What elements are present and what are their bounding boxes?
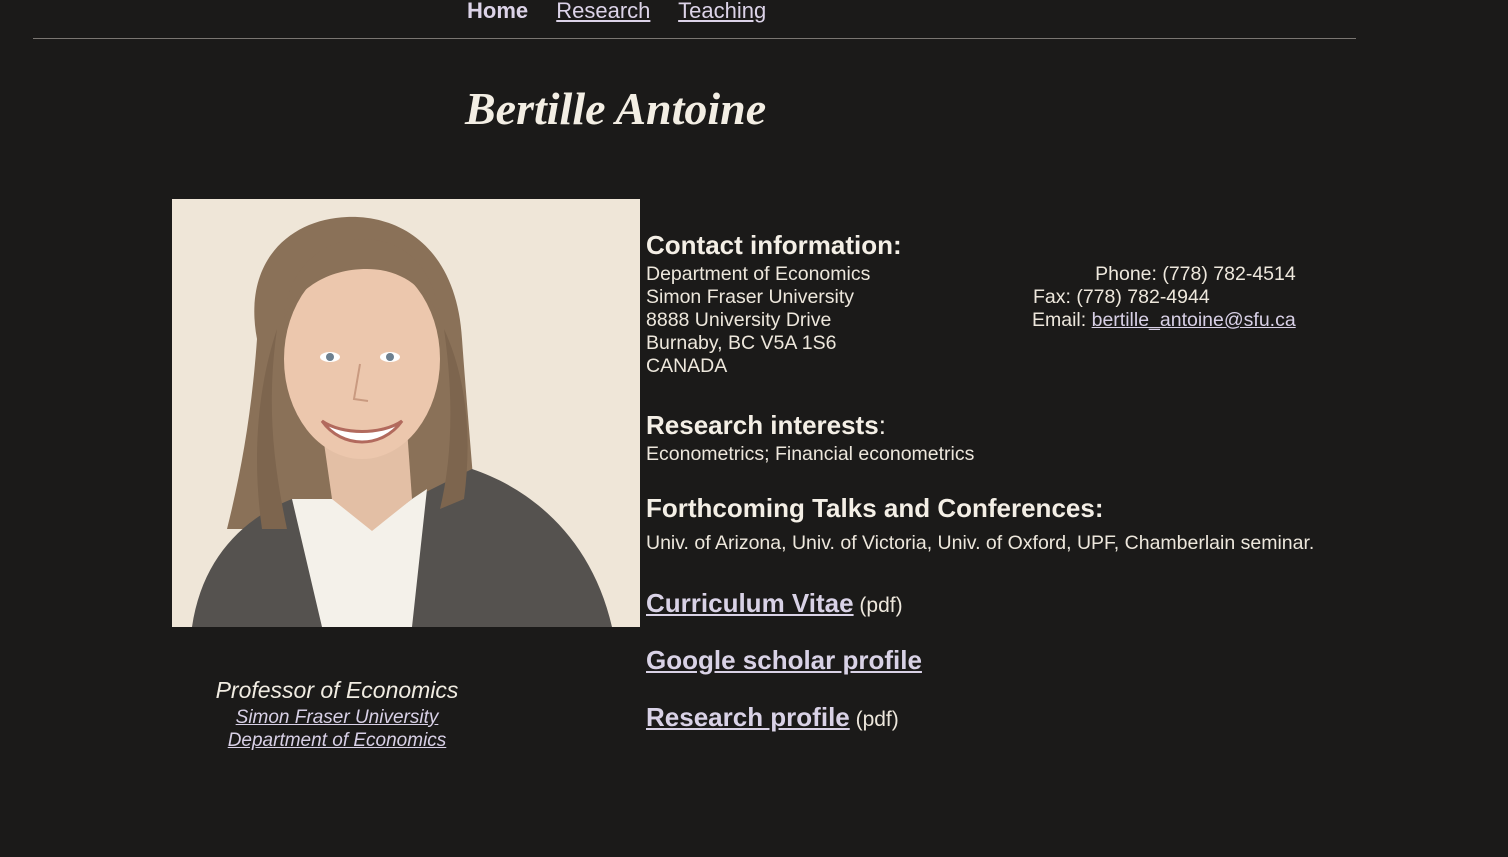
nav-research[interactable]: Research bbox=[556, 0, 650, 23]
contact-info: Department of Economics Simon Fraser Uni… bbox=[646, 263, 1466, 379]
email-link[interactable]: bertille_antoine@sfu.ca bbox=[1092, 309, 1296, 331]
nav-divider bbox=[33, 38, 1356, 39]
top-nav: Home Research Teaching bbox=[467, 0, 788, 24]
interests-heading: Research interests: bbox=[646, 407, 1466, 443]
talks-section: Forthcoming Talks and Conferences: Univ.… bbox=[646, 490, 1466, 555]
cv-suffix: (pdf) bbox=[853, 594, 903, 617]
address-line: Simon Fraser University bbox=[646, 286, 855, 308]
email-label: Email: bbox=[1032, 309, 1092, 331]
google-scholar-link[interactable]: Google scholar profile bbox=[646, 645, 922, 675]
address-line: CANADA bbox=[646, 355, 728, 377]
phone-number: Phone: (778) 782-4514 bbox=[1095, 263, 1296, 285]
job-title: Professor of Economics bbox=[215, 677, 459, 703]
page-title: Bertille Antoine bbox=[465, 83, 767, 134]
interests-colon: : bbox=[878, 410, 886, 440]
nav-home[interactable]: Home bbox=[467, 0, 528, 23]
profile-photo bbox=[172, 199, 640, 627]
research-profile-suffix: (pdf) bbox=[849, 708, 899, 731]
main-content: Contact information: Department of Econo… bbox=[646, 227, 1466, 737]
interests-heading-text: Research interests bbox=[646, 410, 879, 440]
email-row: Email: bertille_antoine@sfu.ca bbox=[1016, 309, 1296, 332]
research-interests: Research interests: Econometrics; Financ… bbox=[646, 407, 1466, 466]
research-profile-row: Research profile (pdf) bbox=[646, 700, 1466, 737]
profile-caption: Professor of Economics Simon Fraser Univ… bbox=[172, 677, 502, 752]
cv-row: Curriculum Vitae (pdf) bbox=[646, 586, 1466, 623]
department-link[interactable]: Department of Economics bbox=[172, 729, 502, 752]
talks-text: Univ. of Arizona, Univ. of Victoria, Uni… bbox=[646, 532, 1315, 554]
scholar-row: Google scholar profile bbox=[646, 643, 1466, 680]
talks-heading: Forthcoming Talks and Conferences: bbox=[646, 493, 1104, 523]
contact-heading: Contact information: bbox=[646, 230, 902, 260]
research-profile-link[interactable]: Research profile bbox=[646, 702, 850, 732]
cv-link[interactable]: Curriculum Vitae bbox=[646, 588, 854, 618]
address-line: Department of Economics bbox=[646, 263, 871, 285]
phone-fax-email: Phone: (778) 782-4514 Fax: (778) 782-494… bbox=[1016, 263, 1296, 332]
page: Home Research Teaching Bertille Antoine bbox=[0, 0, 1508, 857]
address-line: Burnaby, BC V5A 1S6 bbox=[646, 332, 837, 354]
postal-address: Department of Economics Simon Fraser Uni… bbox=[646, 263, 870, 378]
fax-number: Fax: (778) 782-4944 bbox=[1033, 286, 1210, 308]
nav-teaching[interactable]: Teaching bbox=[678, 0, 766, 23]
university-link[interactable]: Simon Fraser University bbox=[172, 706, 502, 729]
address-line: 8888 University Drive bbox=[646, 309, 832, 331]
interests-text: Econometrics; Financial econometrics bbox=[646, 443, 975, 465]
